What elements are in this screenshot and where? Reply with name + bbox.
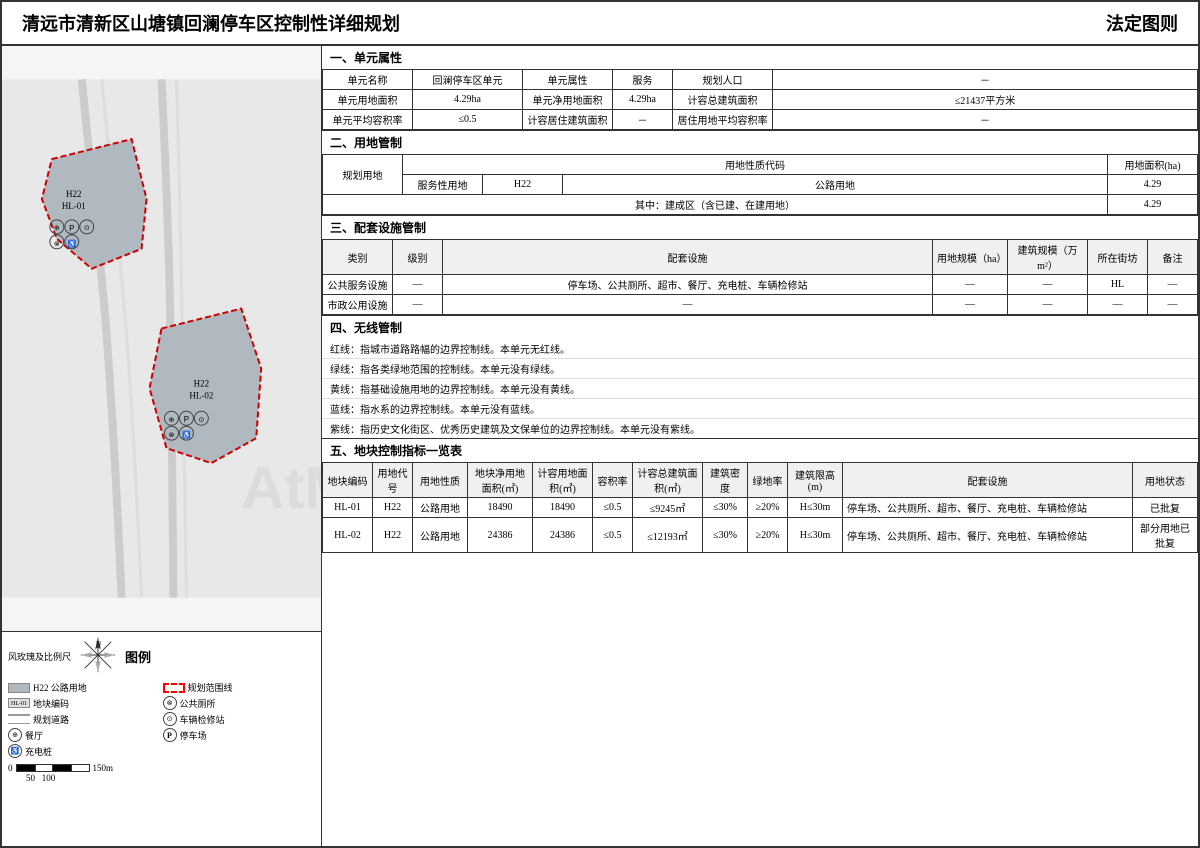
line-blue: 蓝线：指水系的边界控制线。本单元没有蓝线。 <box>322 399 1198 419</box>
parking-icon: P <box>163 728 177 742</box>
table-row: 公共服务设施 — 停车场、公共厕所、超市、餐厅、充电桩、车辆检修站 — — HL… <box>323 275 1198 295</box>
legend-label-toilet: 公共厕所 <box>180 697 216 710</box>
svg-text:⊕: ⊕ <box>54 225 60 232</box>
svg-text:⊕: ⊕ <box>169 417 175 424</box>
table-row: 单元平均容积率 ≤0.5 计容居住建筑面积 － 居住用地平均容积率 － <box>323 110 1198 130</box>
section-5: 五、地块控制指标一览表 地块编码 用地代号 用地性质 地块净用地面积(㎡) 计容… <box>322 439 1198 846</box>
section-2-title: 二、用地管制 <box>322 131 1198 154</box>
svg-text:HL-01: HL-01 <box>62 201 86 211</box>
scale-zero: 0 <box>8 763 13 773</box>
scale-numbers: 50 100 <box>26 773 315 783</box>
legend-item-restaurant: ⊕ 餐厅 <box>8 728 161 742</box>
charge-icon: ♿ <box>8 744 22 758</box>
scale-bar: 0 150m <box>8 763 315 773</box>
block-symbol: HL-01 <box>8 698 30 708</box>
section-1: 一、单元属性 单元名称 回澜停车区单元 单元属性 服务 规划人口 － 单元用地面… <box>322 46 1198 131</box>
section-5-table: 地块编码 用地代号 用地性质 地块净用地面积(㎡) 计容用地面积(㎡) 容积率 … <box>322 462 1198 553</box>
table-row: HL-01 H22 公路用地 18490 18490 ≤0.5 ≤9245㎡ ≤… <box>323 498 1198 518</box>
legend-item-carrepair: ⊙ 车辆检修站 <box>163 712 316 726</box>
range-line-symbol <box>163 683 185 693</box>
section-3-table: 类别 级别 配套设施 用地规模（ha） 建筑规模（万m²） 所在街坊 备注 公共… <box>322 239 1198 315</box>
toilet-icon: ⊗ <box>163 696 177 710</box>
page: 清远市清新区山塘镇回澜停车区控制性详细规划 法定图则 <box>0 0 1200 848</box>
svg-text:P: P <box>184 415 189 424</box>
svg-text:H22: H22 <box>66 189 81 199</box>
svg-text:HL-02: HL-02 <box>189 390 213 400</box>
legend-label-carrepair: 车辆检修站 <box>180 713 225 726</box>
carrepair-icon: ⊙ <box>163 712 177 726</box>
svg-text:H22: H22 <box>194 378 209 388</box>
scale-seg-1 <box>17 765 35 771</box>
legend-item-charge: ♿ 充电桩 <box>8 744 161 758</box>
legend-title: 图例 <box>125 647 151 666</box>
scale-seg-3 <box>53 765 71 771</box>
section-1-title: 一、单元属性 <box>322 46 1198 69</box>
legend-area: 风玫瑰及比例尺 N <box>2 631 321 846</box>
right-content: 一、单元属性 单元名称 回澜停车区单元 单元属性 服务 规划人口 － 单元用地面… <box>322 46 1198 846</box>
map-svg: H22 HL-01 ⊕ P ⊙ ⊗ ♿ <box>2 46 321 631</box>
svg-text:⊗: ⊗ <box>169 432 175 439</box>
legend-grid: H22 公路用地 规划范围线 HL-01 地块编码 ⊗ 公共厕所 <box>8 681 315 758</box>
scale-seg-4 <box>71 765 89 771</box>
table-row: 单元名称 回澜停车区单元 单元属性 服务 规划人口 － <box>323 70 1198 90</box>
legend-label-block: 地块编码 <box>33 697 69 710</box>
svg-text:♿: ♿ <box>67 239 76 248</box>
section-4: 四、无线管制 红线：指城市道路路幅的边界控制线。本单元无红线。 绿线：指各类绿地… <box>322 316 1198 439</box>
svg-text:AtM: AtM <box>241 454 321 521</box>
legend-item-toilet: ⊗ 公共厕所 <box>163 696 316 710</box>
table-row: 单元用地面积 4.29ha 单元净用地面积 4.29ha 计容总建筑面积 ≤21… <box>323 90 1198 110</box>
table-header-row: 类别 级别 配套设施 用地规模（ha） 建筑规模（万m²） 所在街坊 备注 <box>323 240 1198 275</box>
header-right-label: 法定图则 <box>1106 10 1178 36</box>
table-row: HL-02 H22 公路用地 24386 24386 ≤0.5 ≤12193㎡ … <box>323 518 1198 553</box>
legend-item-h22: H22 公路用地 <box>8 681 161 694</box>
legend-item-parking: P 停车场 <box>163 728 316 742</box>
section-5-title: 五、地块控制指标一览表 <box>322 439 1198 462</box>
svg-text:N: N <box>96 641 101 648</box>
table-header-row: 地块编码 用地代号 用地性质 地块净用地面积(㎡) 计容用地面积(㎡) 容积率 … <box>323 463 1198 498</box>
page-title: 清远市清新区山塘镇回澜停车区控制性详细规划 <box>22 10 400 36</box>
scale-label: 150m <box>93 763 114 773</box>
section-5-table-wrap: 地块编码 用地代号 用地性质 地块净用地面积(㎡) 计容用地面积(㎡) 容积率 … <box>322 462 1198 846</box>
legend-item-block: HL-01 地块编码 <box>8 696 161 710</box>
legend-item-range: 规划范围线 <box>163 681 316 694</box>
restaurant-icon: ⊕ <box>8 728 22 742</box>
section-4-lines: 红线：指城市道路路幅的边界控制线。本单元无红线。 绿线：指各类绿地范围的控制线。… <box>322 339 1198 438</box>
legend-label-parking: 停车场 <box>180 729 207 742</box>
map-canvas: H22 HL-01 ⊕ P ⊙ ⊗ ♿ <box>2 46 321 631</box>
scale-seg-2 <box>35 765 53 771</box>
wind-rose-label: 风玫瑰及比例尺 <box>8 650 71 663</box>
legend-label-range: 规划范围线 <box>188 681 233 694</box>
section-2: 二、用地管制 规划用地 用地性质代码 用地面积(ha) 服务性用地 H22 公路… <box>322 131 1198 216</box>
svg-text:⊗: ⊗ <box>54 241 60 248</box>
section-2-table: 规划用地 用地性质代码 用地面积(ha) 服务性用地 H22 公路用地 4.29… <box>322 154 1198 215</box>
section-1-table: 单元名称 回澜停车区单元 单元属性 服务 规划人口 － 单元用地面积 4.29h… <box>322 69 1198 130</box>
map-area: H22 HL-01 ⊕ P ⊙ ⊗ ♿ <box>2 46 322 846</box>
main-content: H22 HL-01 ⊕ P ⊙ ⊗ ♿ <box>2 46 1198 846</box>
header: 清远市清新区山塘镇回澜停车区控制性详细规划 法定图则 <box>2 2 1198 46</box>
line-purple: 紫线：指历史文化街区、优秀历史建筑及文保单位的边界控制线。本单元没有紫线。 <box>322 419 1198 438</box>
table-row: 其中：建成区（含已建、在建用地） 4.29 <box>323 195 1198 215</box>
legend-label-restaurant: 餐厅 <box>25 729 43 742</box>
line-red: 红线：指城市道路路幅的边界控制线。本单元无红线。 <box>322 339 1198 359</box>
section-4-title: 四、无线管制 <box>322 316 1198 339</box>
svg-text:♿: ♿ <box>182 430 191 439</box>
section-3: 三、配套设施管制 类别 级别 配套设施 用地规模（ha） 建筑规模（万m²） 所… <box>322 216 1198 316</box>
svg-text:⊙: ⊙ <box>84 225 90 232</box>
legend-label-road: 规划道路 <box>33 713 69 726</box>
h22-color-box <box>8 683 30 693</box>
legend-item-road: 规划道路 <box>8 712 161 726</box>
svg-text:P: P <box>69 224 74 233</box>
legend-label-charge: 充电桩 <box>25 745 52 758</box>
legend-label-h22: H22 公路用地 <box>33 681 87 694</box>
line-yellow: 黄线：指基础设施用地的边界控制线。本单元没有黄线。 <box>322 379 1198 399</box>
table-row: 市政公用设施 — — — — — — <box>323 295 1198 315</box>
section-3-title: 三、配套设施管制 <box>322 216 1198 239</box>
table-row: 规划用地 用地性质代码 用地面积(ha) <box>323 155 1198 175</box>
road-symbol <box>8 714 30 724</box>
table-row: 服务性用地 H22 公路用地 4.29 <box>323 175 1198 195</box>
line-green: 绿线：指各类绿地范围的控制线。本单元没有绿线。 <box>322 359 1198 379</box>
wind-rose: N <box>79 636 117 677</box>
svg-text:⊙: ⊙ <box>198 417 204 424</box>
